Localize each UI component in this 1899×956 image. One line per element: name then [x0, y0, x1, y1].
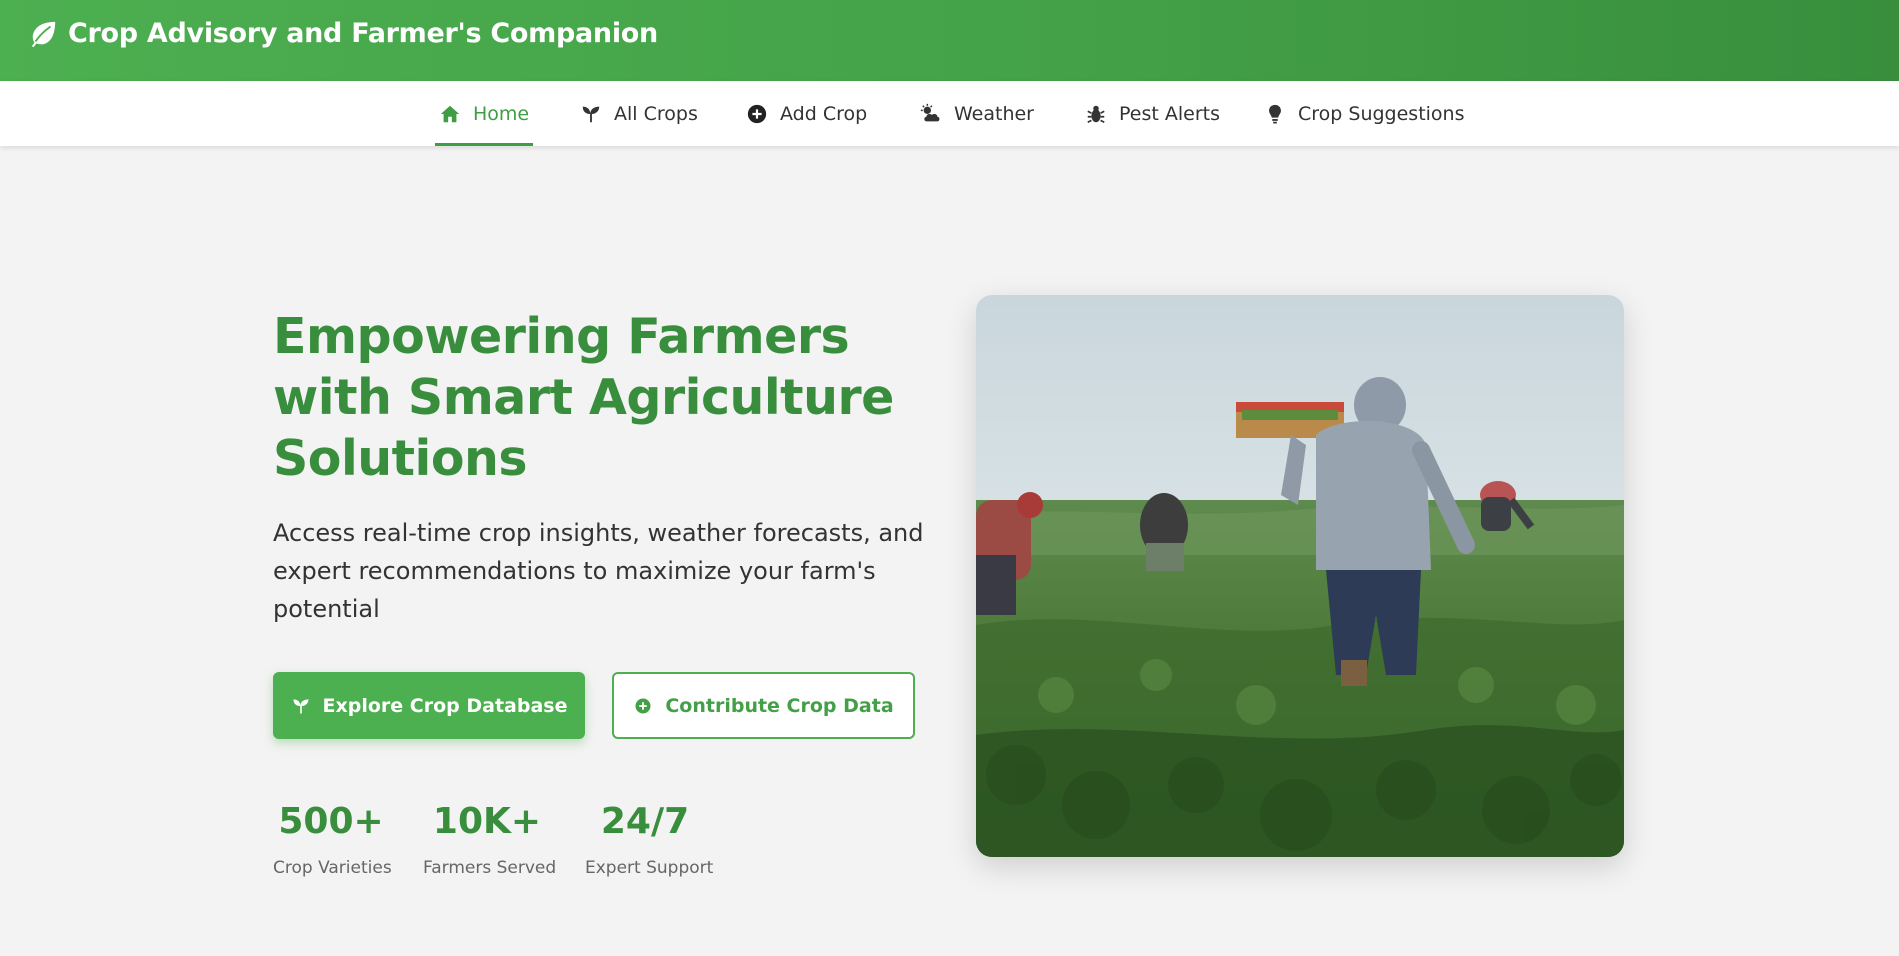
hero-title: Empowering Farmers with Smart Agricultur…	[273, 308, 894, 487]
home-icon	[440, 105, 460, 122]
seedling-icon	[582, 106, 600, 122]
nav-label-home: Home	[473, 102, 530, 125]
plus-circle-icon	[747, 104, 767, 123]
stat-farmers-served: 10K+ Farmers Served	[423, 800, 557, 878]
nav-label-crop-suggestions: Crop Suggestions	[1298, 102, 1465, 125]
app-title: Crop Advisory and Farmer's Companion	[68, 18, 658, 49]
cloud-sun-icon	[920, 103, 940, 121]
seedling-icon	[293, 698, 309, 713]
nav-item-home[interactable]: Home	[434, 81, 534, 146]
stat-label: Expert Support	[585, 858, 714, 878]
brand[interactable]: Crop Advisory and Farmer's Companion	[28, 18, 658, 49]
stat-value: 500+	[278, 801, 384, 842]
nav-item-all-crops[interactable]: All Crops	[580, 81, 698, 146]
stat-value: 24/7	[600, 801, 690, 842]
bug-icon	[1087, 105, 1105, 123]
stat-crop-varieties: 500+ Crop Varieties	[273, 800, 392, 878]
nav-item-crop-suggestions[interactable]: Crop Suggestions	[1264, 81, 1465, 146]
nav-label-all-crops: All Crops	[614, 102, 698, 125]
hero-farm-photo	[976, 295, 1624, 857]
stat-expert-support: 24/7 Expert Support	[585, 800, 714, 878]
contribute-button-label: Contribute Crop Data	[665, 694, 894, 717]
nav-label-weather: Weather	[954, 102, 1034, 125]
app-header: Crop Advisory and Farmer's Companion	[0, 0, 1899, 81]
plus-circle-icon	[635, 698, 651, 713]
stat-label: Crop Varieties	[273, 858, 392, 878]
nav-item-weather[interactable]: Weather	[920, 81, 1034, 146]
leaf-icon	[31, 21, 56, 47]
stat-value: 10K+	[432, 801, 542, 842]
nav-label-pest-alerts: Pest Alerts	[1119, 102, 1220, 125]
nav-item-pest-alerts[interactable]: Pest Alerts	[1085, 81, 1220, 146]
explore-crop-database-button[interactable]: Explore Crop Database	[273, 672, 585, 739]
contribute-crop-data-button[interactable]: Contribute Crop Data	[612, 672, 915, 739]
hero-description: Access real-time crop insights, weather …	[273, 519, 924, 623]
nav-label-add-crop: Add Crop	[780, 102, 868, 125]
main-nav: Home All Crops Add Crop Weather Pest Ale…	[0, 81, 1899, 146]
nav-item-add-crop[interactable]: Add Crop	[746, 81, 867, 146]
explore-button-label: Explore Crop Database	[322, 694, 568, 717]
stat-label: Farmers Served	[423, 858, 557, 878]
lightbulb-icon	[1269, 104, 1281, 123]
